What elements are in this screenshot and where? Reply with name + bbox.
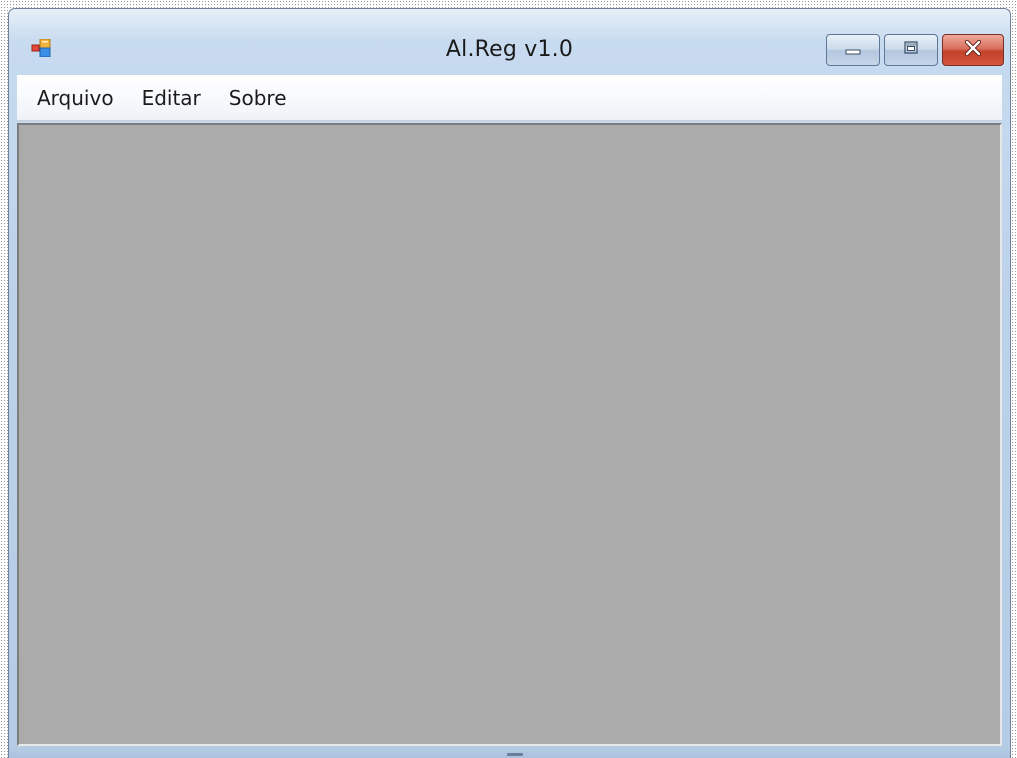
mdi-client-area[interactable] [17, 123, 1002, 746]
menu-item-arquivo[interactable]: Arquivo [23, 82, 128, 114]
menu-item-editar[interactable]: Editar [128, 82, 215, 114]
close-icon [963, 39, 983, 60]
caption-buttons [826, 34, 1004, 66]
window-bottom-frame [9, 746, 1010, 758]
menu-item-sobre[interactable]: Sobre [215, 82, 301, 114]
close-button[interactable] [942, 34, 1004, 66]
resize-grip[interactable] [507, 753, 523, 756]
title-bar[interactable]: Al.Reg v1.0 [9, 9, 1010, 75]
minimize-button[interactable] [826, 34, 880, 66]
app-window: Al.Reg v1.0 Arquivo Editar Sobre [8, 8, 1011, 758]
maximize-icon [902, 40, 920, 60]
minimize-icon [844, 41, 862, 60]
maximize-button[interactable] [884, 34, 938, 66]
menu-bar: Arquivo Editar Sobre [17, 75, 1002, 121]
